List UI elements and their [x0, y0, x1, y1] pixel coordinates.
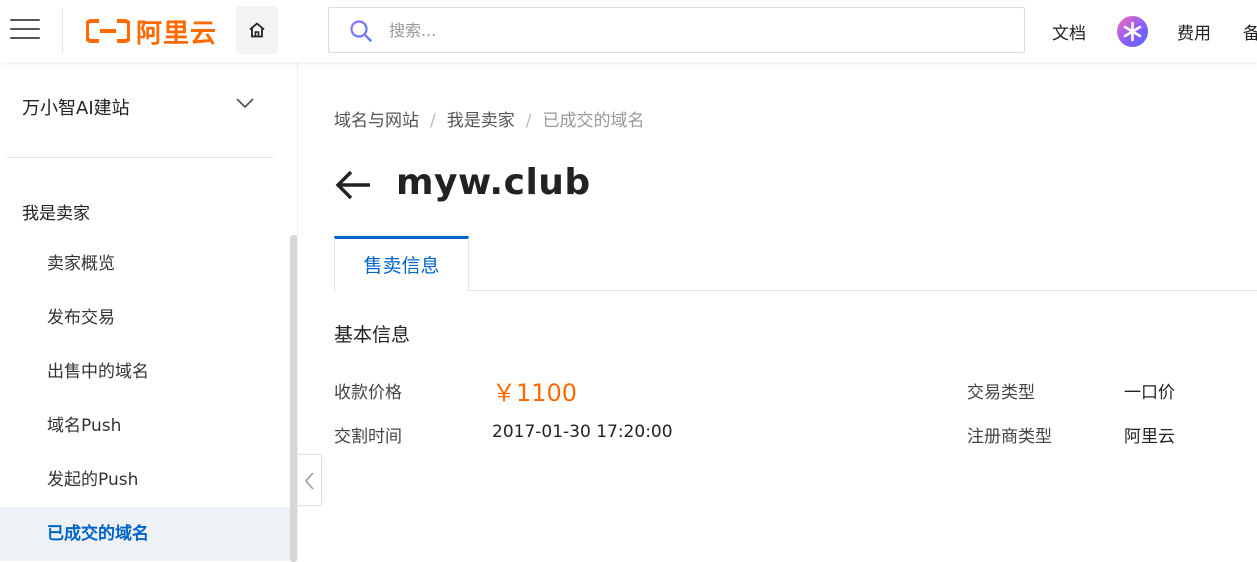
delivery-time-label: 交割时间	[334, 427, 402, 447]
back-arrow-icon[interactable]	[334, 168, 374, 202]
breadcrumb-item[interactable]: 域名与网站	[334, 111, 419, 131]
section-title: 基本信息	[334, 324, 411, 346]
sidebar-item-seller-overview[interactable]: 卖家概览	[0, 237, 290, 291]
search-box[interactable]	[328, 7, 1025, 53]
sidebar-item-sold-domains[interactable]: 已成交的域名	[0, 507, 290, 561]
sidebar-item-domains-for-sale[interactable]: 出售中的域名	[0, 345, 290, 399]
sparkle-icon	[1123, 21, 1142, 42]
search-icon	[350, 20, 372, 42]
page-title: myw.club	[396, 162, 591, 203]
sidebar-collapse-button[interactable]	[298, 454, 322, 506]
aliyun-logo[interactable]: 阿里云	[86, 13, 217, 49]
tab-bar	[334, 290, 1257, 291]
sidebar-item-initiated-push[interactable]: 发起的Push	[0, 453, 290, 507]
tab-sale-info[interactable]: 售卖信息	[334, 236, 469, 291]
product-switcher[interactable]: 万小智AI建站	[22, 94, 130, 120]
chevron-down-icon[interactable]	[234, 96, 256, 110]
divider	[6, 157, 274, 158]
sidebar-group-seller[interactable]: 我是卖家	[22, 199, 90, 224]
breadcrumb-current: 已成交的域名	[542, 111, 645, 131]
divider	[62, 8, 63, 54]
breadcrumb-separator: /	[525, 111, 532, 131]
price-label: 收款价格	[334, 383, 402, 403]
trade-type-value: 一口价	[1124, 383, 1175, 403]
price-value: ￥1100	[492, 379, 578, 407]
sidebar-item-publish-trade[interactable]: 发布交易	[0, 291, 290, 345]
search-input[interactable]	[389, 16, 989, 44]
home-icon	[249, 22, 265, 38]
ai-assistant-icon[interactable]	[1117, 16, 1148, 47]
sidebar-scrollbar[interactable]	[290, 235, 297, 562]
chevron-left-icon	[305, 472, 314, 490]
filing-link[interactable]: 备	[1243, 19, 1257, 44]
sidebar: 万小智AI建站 我是卖家 卖家概览 发布交易 出售中的域名 域名Push 发起的…	[0, 62, 298, 562]
menu-icon[interactable]	[10, 17, 40, 41]
breadcrumb-item[interactable]: 我是卖家	[447, 111, 515, 131]
registrar-type-value: 阿里云	[1124, 427, 1175, 447]
home-button[interactable]	[236, 6, 278, 54]
sidebar-item-domain-push[interactable]: 域名Push	[0, 399, 290, 453]
aliyun-logo-icon	[86, 19, 130, 43]
registrar-type-label: 注册商类型	[967, 427, 1052, 447]
trade-type-label: 交易类型	[967, 383, 1035, 403]
logo-text: 阿里云	[136, 18, 218, 49]
billing-link[interactable]: 费用	[1177, 19, 1211, 44]
top-navigation-bar: 阿里云 文档 费用 备	[0, 0, 1257, 62]
breadcrumb-separator: /	[430, 111, 436, 131]
delivery-time-value: 2017-01-30 17:20:00	[492, 422, 673, 442]
breadcrumb: 域名与网站 / 我是卖家 / 已成交的域名	[334, 106, 644, 131]
docs-link[interactable]: 文档	[1052, 19, 1086, 44]
